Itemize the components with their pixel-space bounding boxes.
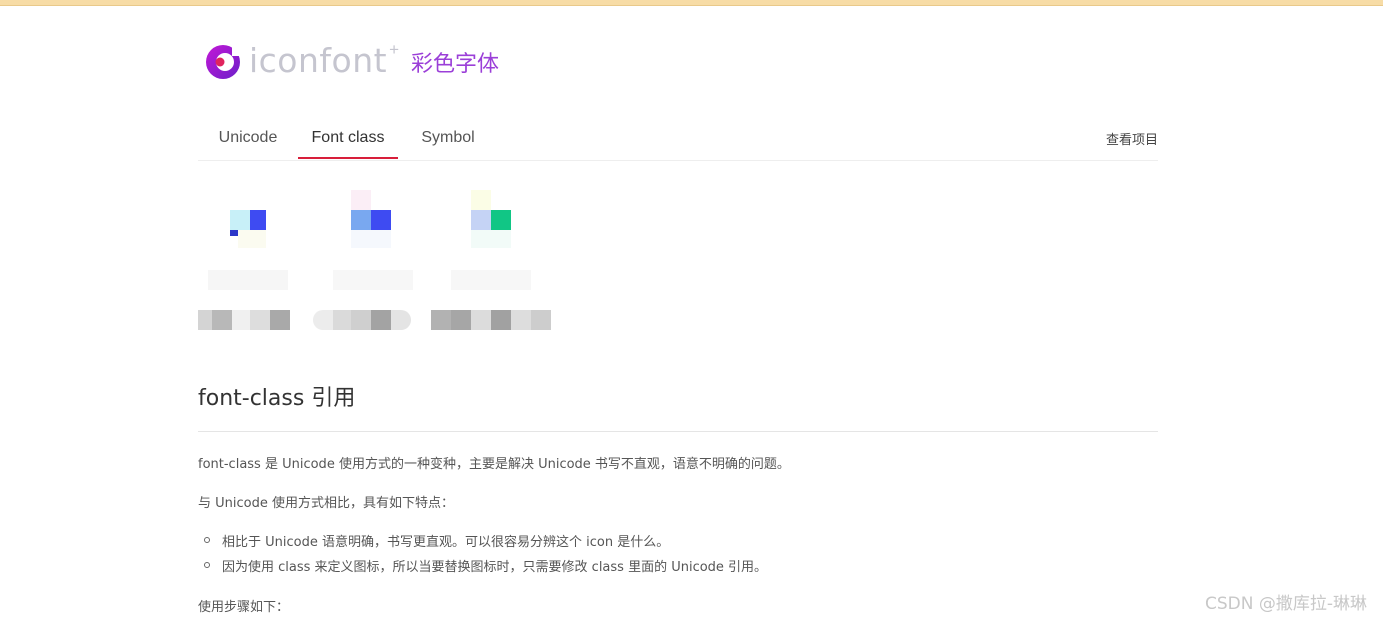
- icon-card[interactable]: [313, 185, 433, 335]
- iconfont-logo-icon: [205, 44, 241, 80]
- steps-paragraph: 使用步骤如下：: [198, 600, 290, 615]
- mosaic-tile: [471, 230, 511, 248]
- mosaic-tile: [371, 310, 391, 330]
- mosaic-tile: [351, 210, 371, 230]
- list-item-text: 相比于 Unicode 语意明确，书写更直观。可以很容易分辨这个 icon 是什…: [222, 535, 670, 550]
- mosaic-tile: [391, 310, 411, 330]
- compare-paragraph: 与 Unicode 使用方式相比，具有如下特点：: [198, 496, 454, 511]
- mosaic-tile: [230, 230, 238, 236]
- icon-card[interactable]: [198, 185, 318, 335]
- mosaic-tile: [198, 310, 212, 330]
- mosaic-tile: [351, 190, 371, 210]
- bullet-dot-icon: [204, 537, 210, 543]
- logo-plus: +: [389, 40, 400, 59]
- tab-unicode[interactable]: Unicode: [198, 116, 298, 159]
- mosaic-tile: [232, 310, 250, 330]
- mosaic-tile: [212, 310, 232, 330]
- mosaic-tile: [491, 210, 511, 230]
- top-strip-border: [0, 5, 1383, 6]
- mosaic-tile: [451, 310, 471, 330]
- mosaic-tile: [270, 310, 290, 330]
- list-item-text: 因为使用 class 来定义图标，所以当要替换图标时，只需要修改 class 里…: [222, 560, 768, 575]
- view-project-link[interactable]: 查看项目: [1106, 129, 1158, 148]
- mosaic-tile: [371, 210, 391, 230]
- mosaic-tile: [313, 310, 333, 330]
- mosaic-tile: [471, 310, 491, 330]
- tab-symbol[interactable]: Symbol: [398, 116, 498, 159]
- mosaic-tile: [431, 310, 451, 330]
- mosaic-tile: [531, 310, 551, 330]
- mosaic-tile: [491, 310, 511, 330]
- logo-subtitle: 彩色字体: [411, 52, 500, 77]
- mosaic-tile: [351, 230, 391, 248]
- bullet-dot-icon: [204, 562, 210, 568]
- mosaic-tile: [451, 270, 531, 290]
- mosaic-tile: [333, 310, 351, 330]
- mosaic-tile: [250, 210, 266, 230]
- mosaic-tile: [351, 310, 371, 330]
- icon-card[interactable]: [431, 185, 551, 335]
- tab-bar: Unicode Font class Symbol 查看项目: [198, 116, 1158, 161]
- tab-font-class[interactable]: Font class: [298, 116, 398, 159]
- logo-wordmark: iconfont: [249, 40, 388, 80]
- section-divider: [198, 431, 1158, 432]
- section-title: font-class 引用: [198, 386, 356, 411]
- mosaic-tile: [250, 310, 270, 330]
- mosaic-tile: [471, 190, 491, 210]
- mosaic-tile: [238, 230, 266, 248]
- iconfont-logo[interactable]: iconfont + 彩色字体: [205, 40, 500, 82]
- intro-paragraph: font-class 是 Unicode 使用方式的一种变种，主要是解决 Uni…: [198, 457, 790, 472]
- mosaic-tile: [208, 270, 288, 290]
- csdn-watermark: CSDN @撒库拉-琳琳: [1204, 594, 1367, 614]
- mosaic-tile: [230, 210, 250, 230]
- mosaic-tile: [333, 270, 413, 290]
- mosaic-tile: [471, 210, 491, 230]
- mosaic-tile: [511, 310, 531, 330]
